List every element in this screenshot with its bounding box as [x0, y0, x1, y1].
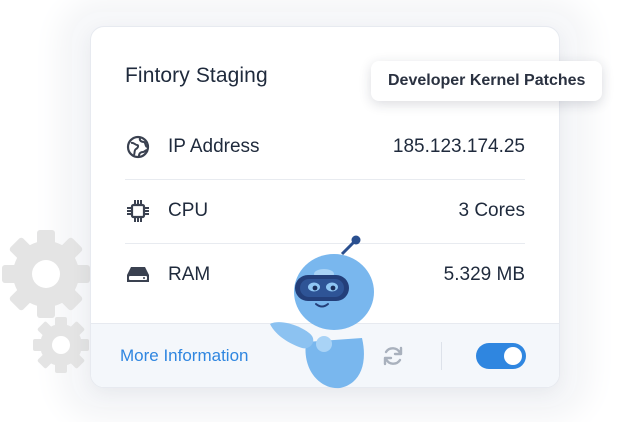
robot-mascot [270, 235, 374, 389]
ip-address-value: 185.123.174.25 [392, 136, 525, 157]
enable-toggle[interactable] [476, 343, 526, 369]
large-gear-icon [2, 230, 90, 318]
developer-kernel-patches-tooltip: Developer Kernel Patches [371, 61, 603, 101]
ram-label: RAM [168, 264, 211, 285]
cpu-chip-icon [125, 198, 151, 224]
drive-icon [125, 262, 151, 288]
cpu-value: 3 Cores [458, 200, 525, 221]
ip-address-row: IP Address 185.123.174.25 [125, 115, 525, 179]
toggle-knob [504, 347, 522, 365]
footer-divider [441, 342, 442, 370]
ram-value: 5.329 MB [443, 264, 525, 285]
small-gear-icon [33, 317, 89, 373]
globe-icon [125, 134, 151, 160]
refresh-icon[interactable] [381, 344, 405, 373]
ip-address-label: IP Address [168, 136, 260, 157]
more-information-link[interactable]: More Information [120, 346, 249, 366]
card-title: Fintory Staging [125, 64, 268, 87]
cpu-label: CPU [168, 200, 209, 221]
tooltip-text: Developer Kernel Patches [388, 72, 586, 89]
